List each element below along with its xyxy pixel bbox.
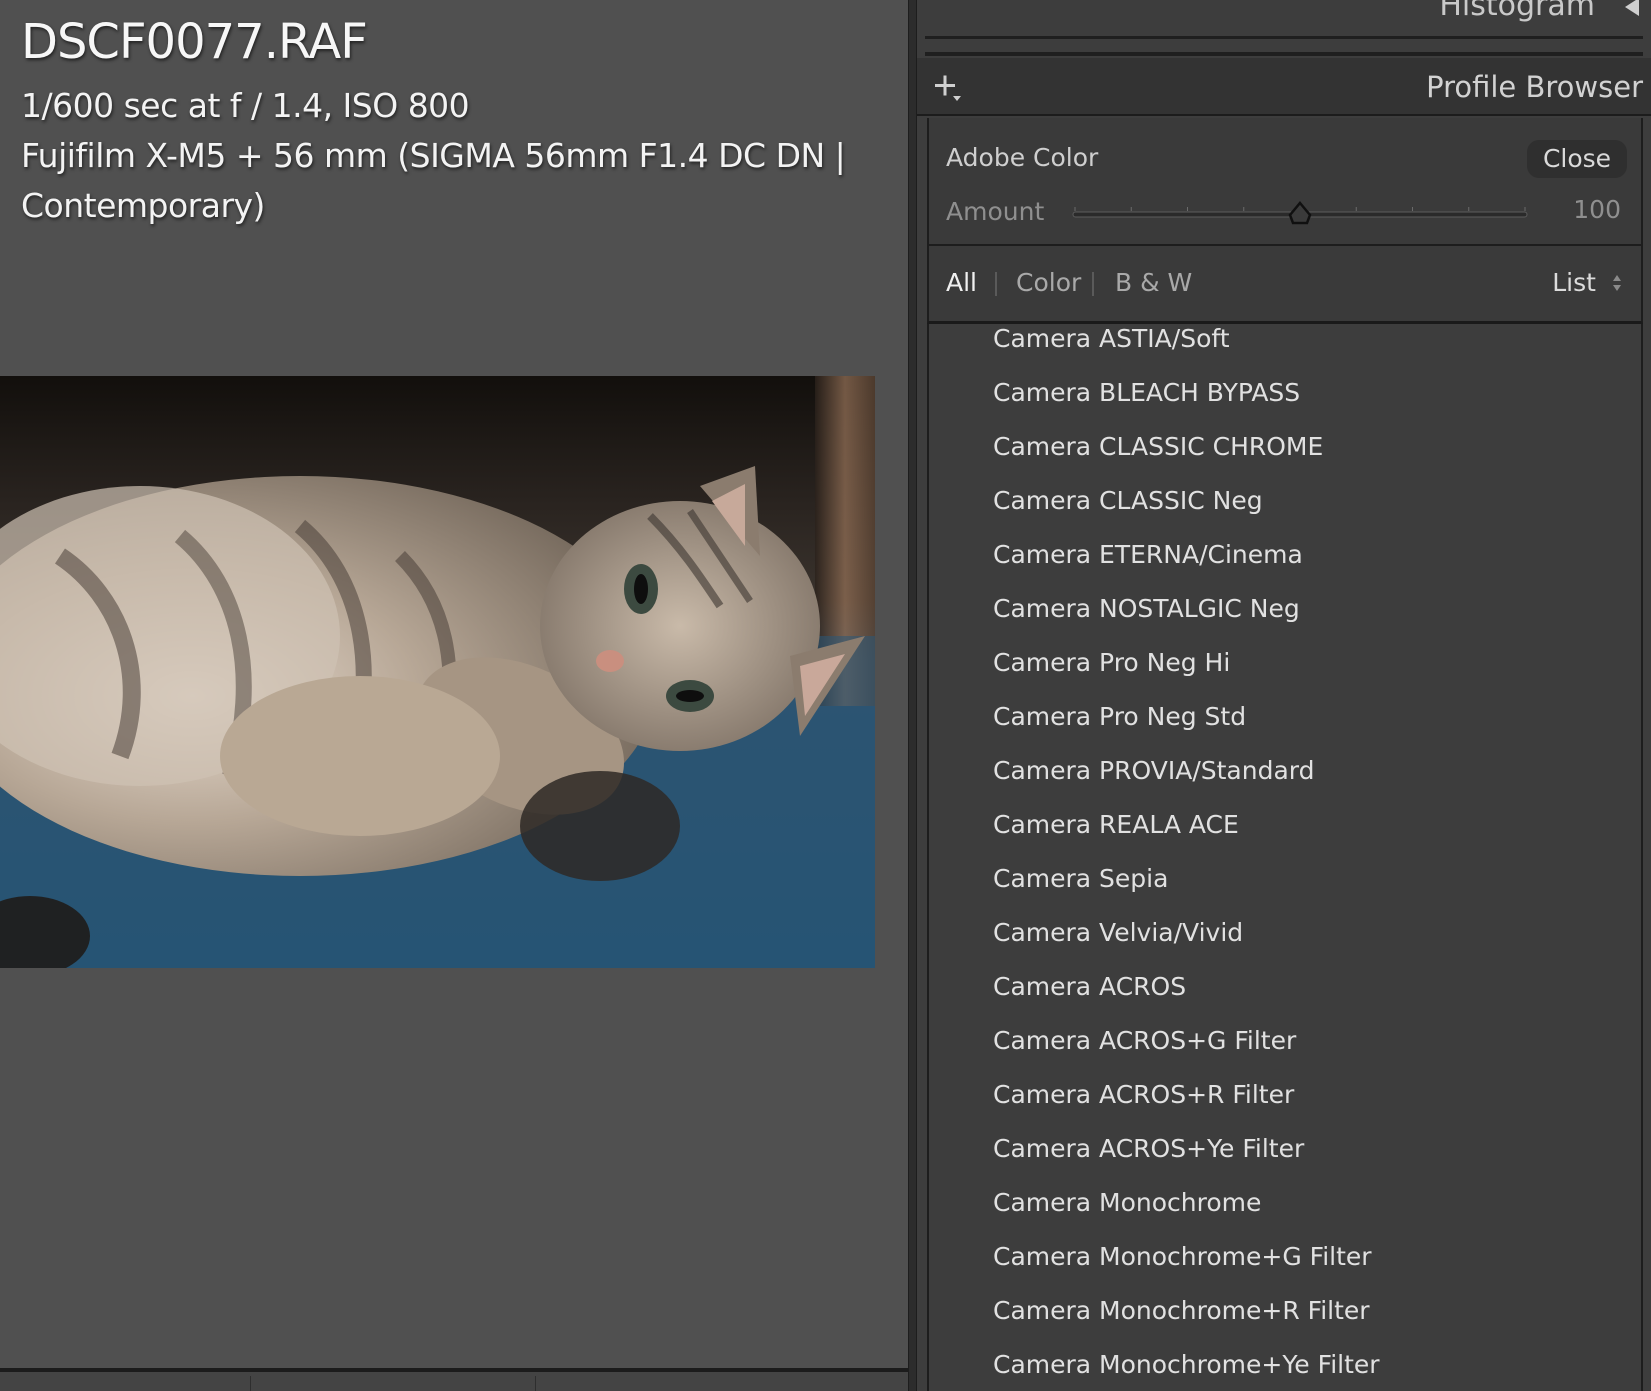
profile-item[interactable]: Camera Monochrome+Ye Filter	[929, 1338, 1641, 1391]
profile-item[interactable]: Camera PROVIA/Standard	[929, 744, 1641, 798]
filter-tab-all[interactable]: All	[946, 268, 977, 297]
amount-label: Amount	[946, 197, 1045, 226]
filter-tab-color[interactable]: Color	[1016, 268, 1081, 297]
slider-tick	[1187, 207, 1188, 211]
histogram-label: Histogram	[1439, 0, 1595, 23]
filmstrip-divider	[535, 1376, 536, 1391]
photo-lens-info: Contemporary)	[21, 186, 265, 225]
profile-item[interactable]: Camera BLEACH BYPASS	[929, 366, 1641, 420]
current-profile-name: Adobe Color	[946, 143, 1099, 172]
close-button[interactable]: Close	[1527, 140, 1627, 178]
profile-item[interactable]: Camera Monochrome+G Filter	[929, 1230, 1641, 1284]
loupe-view: DSCF0077.RAF 1/600 sec at f / 1.4, ISO 8…	[0, 0, 908, 1391]
profile-filter-bar: All Color B & W List	[927, 246, 1643, 324]
photo-filename: DSCF0077.RAF	[21, 14, 368, 70]
profile-browser-title: Profile Browser	[1426, 70, 1643, 104]
profile-item[interactable]: Camera Velvia/Vivid	[929, 906, 1641, 960]
profile-list-container[interactable]: Camera ASTIA/Soft Camera BLEACH BYPASS Cam…	[927, 324, 1643, 1391]
divider-line	[925, 36, 1643, 39]
slider-tick	[1074, 207, 1076, 211]
photo-preview[interactable]	[0, 376, 875, 968]
view-mode-select[interactable]: List	[1552, 268, 1623, 298]
view-mode-label: List	[1552, 268, 1596, 297]
develop-right-panel: Histogram Profile Browser Adobe Color Cl…	[917, 0, 1651, 1391]
tab-separator	[995, 272, 997, 296]
tab-separator	[1092, 272, 1094, 296]
slider-thumb[interactable]	[1288, 201, 1312, 225]
slider-tick	[1412, 207, 1413, 211]
slider-tick	[1243, 207, 1245, 211]
panel-divider[interactable]	[908, 0, 917, 1391]
profile-browser-header: Profile Browser	[917, 58, 1651, 116]
amount-slider[interactable]	[1071, 196, 1529, 236]
profile-item[interactable]: Camera NOSTALGIC Neg	[929, 582, 1641, 636]
profile-item[interactable]: Camera ASTIA/Soft	[929, 324, 1641, 366]
photo-camera-info: Fujifilm X-M5 + 56 mm (SIGMA 56mm F1.4 D…	[21, 136, 846, 175]
cat-photo-image	[0, 376, 875, 968]
add-plus-icon[interactable]	[931, 72, 967, 104]
profile-item[interactable]: Camera Monochrome	[929, 1176, 1641, 1230]
profile-item[interactable]: Camera Monochrome+R Filter	[929, 1284, 1641, 1338]
slider-tick	[1468, 207, 1470, 211]
profile-list: Camera ASTIA/Soft Camera BLEACH BYPASS Cam…	[929, 324, 1641, 1391]
divider-line	[925, 52, 1643, 56]
slider-tick	[1355, 207, 1357, 211]
filmstrip-divider	[250, 1376, 251, 1391]
profile-item[interactable]: Camera Pro Neg Hi	[929, 636, 1641, 690]
profile-item[interactable]: Camera ACROS+R Filter	[929, 1068, 1641, 1122]
histogram-header[interactable]: Histogram	[917, 0, 1651, 40]
amount-value[interactable]: 100	[1573, 195, 1621, 224]
profile-item[interactable]: Camera CLASSIC Neg	[929, 474, 1641, 528]
filter-tab-bw[interactable]: B & W	[1115, 268, 1192, 297]
profile-item[interactable]: Camera ETERNA/Cinema	[929, 528, 1641, 582]
slider-tick	[1524, 207, 1526, 211]
profile-item[interactable]: Camera Pro Neg Std	[929, 690, 1641, 744]
profile-item[interactable]: Camera ACROS+Ye Filter	[929, 1122, 1641, 1176]
profile-item[interactable]: Camera ACROS	[929, 960, 1641, 1014]
photo-exposure-info: 1/600 sec at f / 1.4, ISO 800	[21, 86, 470, 125]
profile-item[interactable]: Camera CLASSIC CHROME	[929, 420, 1641, 474]
profile-item[interactable]: Camera ACROS+G Filter	[929, 1014, 1641, 1068]
profile-amount-panel: Adobe Color Close Amount 100	[927, 118, 1643, 246]
collapse-triangle-icon[interactable]	[1625, 0, 1639, 16]
updown-arrows-icon	[1613, 274, 1621, 291]
lightroom-window: DSCF0077.RAF 1/600 sec at f / 1.4, ISO 8…	[0, 0, 1651, 1391]
filmstrip-edge	[0, 1368, 908, 1391]
profile-item[interactable]: Camera REALA ACE	[929, 798, 1641, 852]
slider-tick	[1130, 207, 1132, 211]
profile-item[interactable]: Camera Sepia	[929, 852, 1641, 906]
